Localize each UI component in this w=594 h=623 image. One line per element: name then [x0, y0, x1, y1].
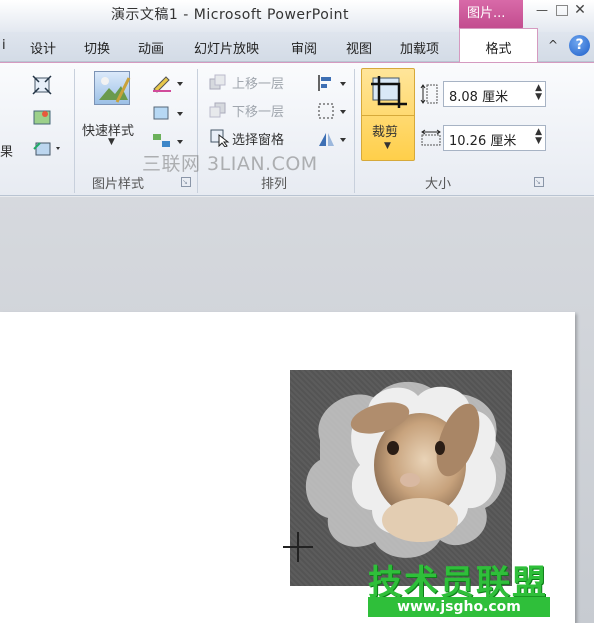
quick-styles-icon[interactable] [94, 71, 131, 105]
close-button[interactable]: ✕ [570, 2, 590, 18]
ribbon-panel: 果 快速样式 ▼ 图片样式 ↘ 上移一层 下移一层 选择窗格 排列 裁剪 ▼ 8… [0, 62, 594, 196]
ribbon-left-cut-label: 果 [0, 145, 14, 160]
height-spinner-icon[interactable]: ▲ ▼ [535, 84, 542, 102]
width-value: 10.26 厘米 [449, 134, 517, 149]
maximize-button[interactable] [556, 5, 568, 16]
send-backward-icon [209, 102, 226, 118]
selection-pane-icon[interactable] [208, 127, 230, 147]
group-objects-icon[interactable] [316, 101, 348, 121]
tab-review[interactable]: 审阅 [291, 38, 317, 57]
picture-styles-launcher-icon[interactable]: ↘ [181, 177, 191, 187]
height-input[interactable]: 8.08 厘米 ▲ ▼ [443, 81, 546, 107]
group-divider [74, 69, 75, 193]
minimize-ribbon-icon[interactable]: ^ [548, 38, 558, 52]
quick-styles-dropdown-icon[interactable]: ▼ [108, 137, 115, 147]
crop-split-line [362, 115, 414, 116]
change-picture-icon[interactable] [32, 107, 52, 127]
picture-layout-icon[interactable] [151, 131, 185, 151]
align-icon[interactable] [316, 73, 348, 93]
bring-forward-label: 上移一层 [232, 77, 285, 92]
crop-button[interactable]: 裁剪 ▼ [361, 68, 415, 161]
tab-animations[interactable]: 动画 [138, 38, 164, 57]
bring-forward-icon [209, 74, 226, 90]
picture-tools-context-label: 图片... [459, 0, 523, 30]
help-icon[interactable]: ? [569, 35, 590, 56]
picture-border-icon[interactable] [151, 73, 185, 93]
tab-slideshow[interactable]: 幻灯片放映 [194, 38, 259, 57]
rabbit-picture-icon [305, 381, 506, 558]
size-group-label: 大小 [425, 177, 452, 192]
shape-height-icon [420, 84, 438, 104]
tab-design[interactable]: 设计 [30, 38, 56, 57]
watermark-top: 三联网 3LIAN.COM [142, 153, 318, 175]
tab-addins[interactable]: 加载项 [400, 38, 439, 57]
tab-transitions[interactable]: 切换 [84, 38, 110, 57]
height-value: 8.08 厘米 [449, 90, 509, 105]
cropped-picture[interactable] [290, 370, 512, 586]
group-divider [354, 69, 355, 193]
tab-view[interactable]: 视图 [346, 38, 372, 57]
shape-width-icon [421, 129, 441, 146]
minimize-button[interactable]: — [532, 2, 552, 18]
tab-format[interactable]: 格式 [459, 28, 538, 62]
crop-icon [371, 76, 407, 108]
crop-dropdown-icon[interactable]: ▼ [384, 141, 391, 151]
window-title: 演示文稿1 - Microsoft PowerPoint [110, 7, 350, 23]
width-spinner-icon[interactable]: ▲ ▼ [535, 128, 542, 146]
width-input[interactable]: 10.26 厘米 ▲ ▼ [443, 125, 546, 151]
crop-label[interactable]: 裁剪 [372, 121, 398, 140]
compress-pictures-icon[interactable] [32, 75, 52, 95]
picture-styles-group-label: 图片样式 [92, 177, 145, 192]
picture-effects-icon[interactable] [151, 103, 185, 123]
send-backward-label: 下移一层 [232, 105, 285, 120]
selection-pane-label[interactable]: 选择窗格 [232, 129, 284, 148]
tab-cut-left[interactable]: ⅰ [2, 38, 6, 53]
reset-picture-icon[interactable] [32, 139, 64, 159]
size-launcher-icon[interactable]: ↘ [534, 177, 544, 187]
move-cursor-icon [283, 532, 313, 562]
rotate-icon[interactable] [316, 129, 348, 149]
watermark-url: www.jsgho.com [368, 597, 550, 617]
